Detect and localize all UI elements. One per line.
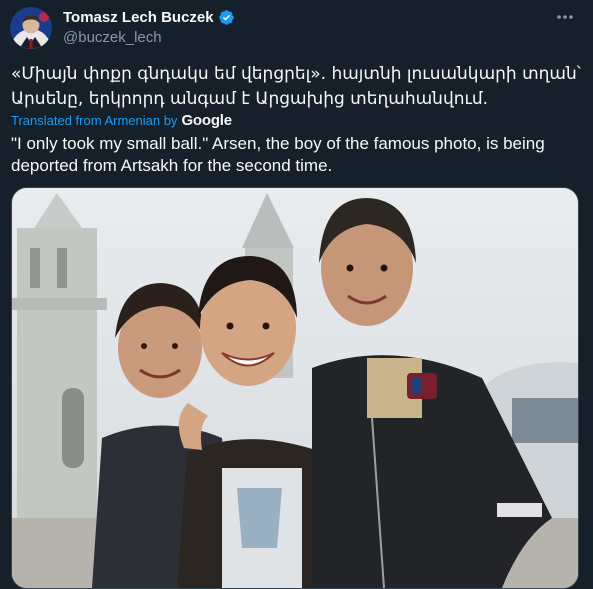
translation-provider-logo: Google [181, 111, 232, 129]
author-handle[interactable]: @buczek_lech [63, 29, 533, 46]
photo-three-boys-icon [12, 188, 578, 588]
tweet-translated-text: "I only took my small ball." Arsen, the … [11, 134, 545, 175]
author-display-name[interactable]: Tomasz Lech Buczek [63, 9, 214, 26]
author-avatar[interactable] [10, 7, 52, 49]
verified-badge-icon[interactable] [218, 9, 235, 26]
tweet-header: Tomasz Lech Buczek @buczek_lech [63, 7, 533, 46]
tweet-photo[interactable] [11, 187, 579, 589]
name-row: Tomasz Lech Buczek [63, 7, 533, 27]
tweet-card: Tomasz Lech Buczek @buczek_lech «Միայն փ… [0, 0, 593, 589]
more-horizontal-icon[interactable] [555, 9, 575, 25]
avatar-portrait-icon [10, 7, 52, 49]
tweet-original-text: «Միայն փոքր գնդակս եմ վերցրել». հայտնի լ… [11, 64, 581, 109]
translation-label: Translated from Armenian by [11, 112, 178, 128]
translation-attribution[interactable]: Translated from Armenian by Google [11, 111, 232, 129]
